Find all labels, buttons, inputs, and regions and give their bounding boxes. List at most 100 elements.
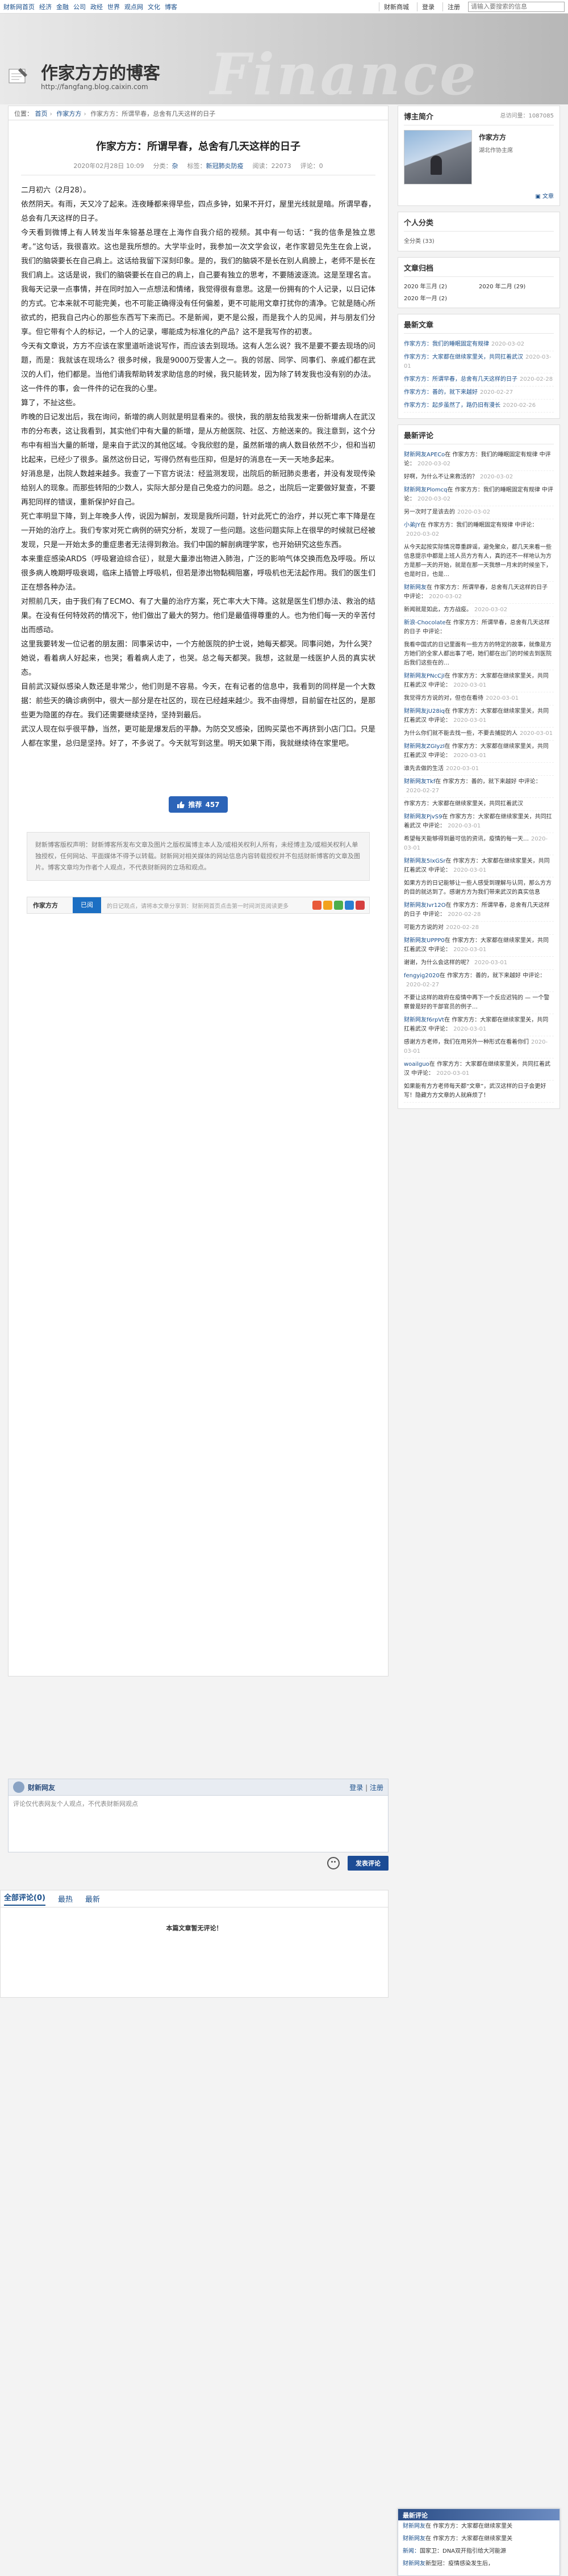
share-wechat-icon[interactable] bbox=[334, 901, 343, 910]
floating-item-source[interactable]: 财新网友 bbox=[403, 2536, 425, 2542]
floating-news-panel: 最新评论 财新网友在 作家方方：大家都在继续家里关 财新网友在 作家方方：大家都在… bbox=[398, 2508, 560, 2576]
share-buttons bbox=[312, 901, 369, 910]
tagbar-author[interactable]: 作家方方 bbox=[27, 901, 73, 910]
author-articles-link[interactable]: 文章 bbox=[542, 194, 554, 200]
comment-register-link[interactable]: 注册 bbox=[370, 1784, 383, 1792]
recent-comment-item: 财新网友jU28iq在 作家方方：大家都在继续家里关，共同扛着武汉 中评论： 20… bbox=[404, 705, 554, 728]
breadcrumb-author[interactable]: 作家方方 bbox=[56, 110, 81, 117]
comment-text[interactable]: 在 作家方方：我们的睡眠固定有规律 中评论： bbox=[420, 522, 537, 528]
floating-item-source[interactable]: 财新网友 bbox=[403, 2561, 425, 2567]
recent-comment-item: 小弟JY在 作家方方：我们的睡眠固定有规律 中评论： 2020-03-02 bbox=[404, 519, 554, 541]
tab-new-comments[interactable]: 最新 bbox=[85, 1893, 100, 1904]
tagbar-tip: 的日记观点，请将本文章分享到：财新网首页点击第一时间浏览阅读更多 bbox=[107, 903, 289, 910]
comment-text[interactable]: 在 作家方方：善的，就下来越好 中评论： bbox=[440, 973, 545, 979]
share-weibo-icon[interactable] bbox=[312, 901, 321, 910]
latest-article-link[interactable]: 作家方方：我们的睡眠固定有规律 bbox=[404, 341, 489, 347]
nav-politics[interactable]: 政经 bbox=[90, 2, 103, 11]
commenter-name[interactable]: 财新网友ZGIyzI bbox=[404, 743, 445, 750]
emoji-icon[interactable] bbox=[327, 1857, 340, 1869]
comment-text[interactable]: 谁先去做的生活 bbox=[404, 766, 444, 772]
comment-text[interactable]: 另一次时了是该去的 bbox=[404, 509, 455, 515]
commenter-name[interactable]: 财新网友APECo bbox=[404, 452, 445, 458]
commenter-name[interactable]: 新浪-Chocolate bbox=[404, 620, 446, 626]
comment-text[interactable]: 在 作家方方：善的，就下来越好 中评论： bbox=[435, 779, 541, 785]
comment-textarea[interactable]: 评论仅代表网友个人观点，不代表财新网观点 bbox=[8, 1796, 389, 1852]
commenter-name[interactable]: 财新网友PNcCjI bbox=[404, 673, 445, 679]
commenter-name[interactable]: fengyig2020 bbox=[404, 973, 440, 979]
search-input[interactable] bbox=[468, 1, 565, 12]
commenter-name[interactable]: 小弟JY bbox=[404, 522, 420, 528]
floating-item-text[interactable]: 在 作家方方：大家都在继续家里关 bbox=[425, 2523, 512, 2529]
comment-text[interactable]: 为什么你们就不能去找一些，不要去捕捉的人 bbox=[404, 730, 517, 737]
floating-item-source[interactable]: 新闻： bbox=[403, 2548, 420, 2554]
article-tag[interactable]: 新冠肺炎防疫 bbox=[206, 162, 244, 170]
nav-finance[interactable]: 金融 bbox=[56, 2, 69, 11]
commenter-name[interactable]: 财新网友 bbox=[404, 585, 427, 591]
archive-link[interactable]: 2020 年二月 (29) bbox=[479, 281, 554, 290]
comment-text[interactable]: 如果能有方方老师每天都“文章”，武汉这样的日子会更好写！隐藏方方文章的人就麻烦了… bbox=[404, 1083, 546, 1099]
comment-login-link[interactable]: 登录 bbox=[349, 1784, 363, 1792]
recent-comment-item: 财新网友PjvS9在 作家方方：大家都在继续家里关，共同扛着武汉 中评论： 202… bbox=[404, 811, 554, 833]
comment-text[interactable]: 如果方方的日记能够让一些人感受到理解与认同，那么方方的目的就达到了。感谢方方为我… bbox=[404, 880, 552, 896]
commenter-name[interactable]: 财新网友5IxGSr bbox=[404, 858, 445, 864]
latest-article-link[interactable]: 作家方方：善的，就下来越好 bbox=[404, 389, 478, 396]
nav-blog[interactable]: 博客 bbox=[165, 2, 177, 11]
commenter-name[interactable]: 财新网友f6rpVt bbox=[404, 1017, 444, 1023]
author-description: 湖北作协主席 bbox=[479, 148, 513, 154]
latest-article-link[interactable]: 作家方方：大家都在继续家里关，共同扛着武汉 bbox=[404, 354, 523, 360]
commenter-name[interactable]: 财新网友Ivr12O bbox=[404, 902, 446, 909]
share-qq-icon[interactable] bbox=[345, 901, 354, 910]
tagbar-tag[interactable]: 已阅 bbox=[73, 897, 101, 913]
comment-text[interactable]: 我看中国式的日记里面有一些方方的特定的故事，就像是方方她们的全家人都出事了吧，她… bbox=[404, 642, 552, 666]
commenter-name[interactable]: 财新网友UPPP0 bbox=[404, 938, 445, 944]
views-label: 阅读： bbox=[252, 162, 272, 170]
latest-article-link[interactable]: 作家方方：所谓早春，总舍有几天这样的日子 bbox=[404, 376, 517, 383]
nav-opinion[interactable]: 观点网 bbox=[124, 2, 143, 11]
recommend-button[interactable]: 推荐 457 bbox=[169, 796, 228, 813]
mall-link[interactable]: 财新商城 bbox=[379, 2, 414, 11]
commenter-name[interactable]: 财新网友Tkf bbox=[404, 779, 435, 785]
latest-article-link[interactable]: 作家方方：起步虽然了，路仍旧有漫长 bbox=[404, 402, 500, 409]
publish-comment-button[interactable]: 发表评论 bbox=[348, 1856, 389, 1871]
nav-culture[interactable]: 文化 bbox=[148, 2, 160, 11]
archive-link[interactable]: 2020 年一月 (2) bbox=[404, 293, 479, 302]
comment-text[interactable]: 谢谢，为什么会这样的呢？ bbox=[404, 960, 472, 966]
floating-item-source[interactable]: 财新网友 bbox=[403, 2523, 425, 2529]
commenter-name[interactable]: woailguo bbox=[404, 1061, 429, 1068]
floating-item-text[interactable]: 新型冠：疫情感染发生后， bbox=[425, 2561, 494, 2567]
tab-all-comments[interactable]: 全部评论(0) bbox=[4, 1892, 45, 1906]
author-name[interactable]: 作家方方 bbox=[479, 132, 513, 142]
comment-text[interactable]: 感谢方方老师，我们在用另外一种形式在看着你们 bbox=[404, 1039, 529, 1045]
comment-text[interactable]: 好啊，为什么不让来救活的？ bbox=[404, 474, 478, 480]
floating-item-text[interactable]: 在 作家方方：大家都在继续家里关 bbox=[425, 2536, 512, 2542]
latest-article-date: 2020-03-02 bbox=[491, 341, 525, 347]
comment-text[interactable]: 从今天起按实际情况尊重辟谣，避免聚众，都几天来看一些信息提示中都是上班人员方方有… bbox=[404, 544, 552, 578]
archive-link[interactable]: 2020 年三月 (2) bbox=[404, 281, 479, 290]
comment-text[interactable]: 新闻就是如此，方方战疫。 bbox=[404, 607, 472, 613]
author-photo[interactable] bbox=[404, 130, 472, 184]
comment-text[interactable]: 可能方方说的对 bbox=[404, 924, 444, 931]
nav-economy[interactable]: 经济 bbox=[39, 2, 52, 11]
breadcrumb-home[interactable]: 首页 bbox=[35, 110, 48, 117]
commenter-name[interactable]: 财新网友PjvS9 bbox=[404, 814, 442, 820]
tab-hot-comments[interactable]: 最热 bbox=[58, 1893, 73, 1904]
share-more-icon[interactable] bbox=[356, 901, 365, 910]
commenter-name[interactable]: 财新网友Plomcq bbox=[404, 487, 448, 493]
nav-world[interactable]: 世界 bbox=[107, 2, 120, 11]
register-link[interactable]: 注册 bbox=[442, 2, 465, 11]
comment-text[interactable]: 希望每天能够得到最可信的资讯，疫情的每一天… bbox=[404, 836, 529, 842]
comment-text[interactable]: 作家方方：大家都在继续家里关，共同扛着武汉 bbox=[404, 801, 523, 807]
nav-home[interactable]: 财新网首页 bbox=[3, 2, 35, 11]
article-date: 2020年02月28日 10:09 bbox=[73, 162, 144, 170]
nav-company[interactable]: 公司 bbox=[73, 2, 86, 11]
share-qzone-icon[interactable] bbox=[323, 901, 332, 910]
article-category[interactable]: 杂 bbox=[172, 162, 178, 170]
blog-title[interactable]: 作家方方的博客 bbox=[41, 59, 160, 84]
blog-url[interactable]: http://fangfang.blog.caixin.com bbox=[41, 83, 148, 91]
floating-item-text[interactable]: 国家卫：DNA双开指引给大河能源 bbox=[420, 2548, 506, 2554]
category-all-link[interactable]: 全分类 (33) bbox=[404, 238, 435, 245]
comment-text[interactable]: 不要让这样的政府在疫情中再下一个反应迟钝的 — 一个警察曾是好的干部官员的例子… bbox=[404, 995, 549, 1010]
commenter-name[interactable]: 财新网友jU28iq bbox=[404, 708, 445, 715]
login-link[interactable]: 登录 bbox=[417, 2, 439, 11]
comment-text[interactable]: 我觉得方方说的对，但也在看待 bbox=[404, 695, 483, 701]
